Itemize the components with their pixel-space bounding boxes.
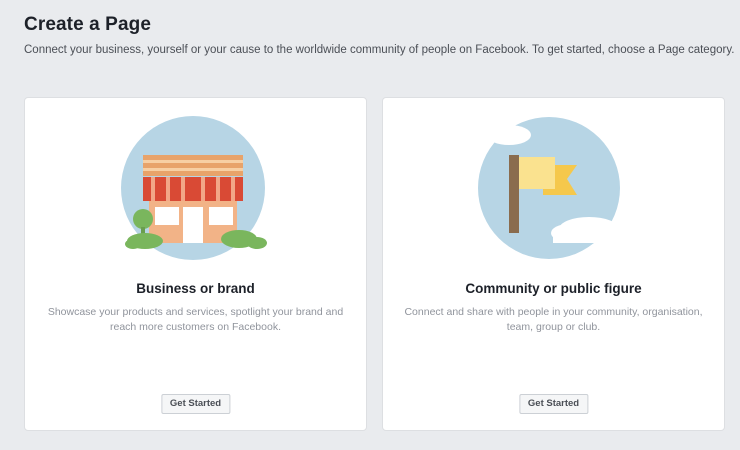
get-started-community-button[interactable]: Get Started <box>518 394 589 414</box>
card-title: Community or public figure <box>465 281 642 296</box>
storefront-illustration <box>25 113 366 263</box>
page-subtitle: Connect your business, yourself or your … <box>24 44 735 56</box>
flag-icon <box>477 117 629 259</box>
flag-illustration <box>383 113 724 263</box>
card-description: Connect and share with people in your co… <box>404 306 703 333</box>
storefront-icon <box>120 116 267 260</box>
card-title: Business or brand <box>136 281 255 296</box>
get-started-business-button[interactable]: Get Started <box>160 394 231 414</box>
page-title: Create a Page <box>24 14 151 35</box>
community-or-public-figure-card[interactable]: Community or public figure Connect and s… <box>382 97 725 431</box>
card-description: Showcase your products and services, spo… <box>47 306 344 333</box>
business-or-brand-card[interactable]: Business or brand Showcase your products… <box>24 97 367 431</box>
